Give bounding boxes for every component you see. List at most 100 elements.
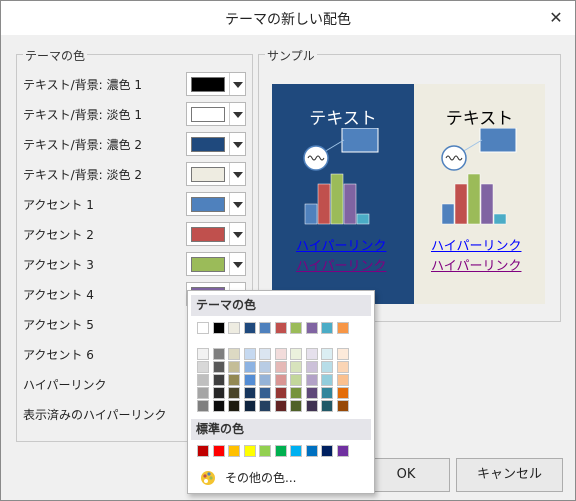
palette-shade-cell[interactable] xyxy=(243,348,256,360)
palette-color-cell[interactable] xyxy=(212,322,225,334)
palette-shade-cell[interactable] xyxy=(274,400,287,412)
palette-color-cell[interactable] xyxy=(321,322,333,334)
color-picker-button[interactable] xyxy=(186,192,246,216)
palette-shade-cell[interactable] xyxy=(243,387,256,399)
palette-shade-cell[interactable] xyxy=(274,387,287,399)
palette-shade-cell[interactable] xyxy=(305,361,318,373)
color-picker-button[interactable] xyxy=(186,252,246,276)
sample-dark-hyperlink[interactable]: ハイパーリンク xyxy=(296,235,386,254)
palette-color-cell[interactable] xyxy=(197,322,209,334)
palette-shade-cell[interactable] xyxy=(321,387,333,399)
cancel-button[interactable]: キャンセル xyxy=(456,458,563,492)
palette-standard-cell[interactable] xyxy=(197,445,209,457)
palette-color-cell[interactable] xyxy=(228,322,240,334)
sample-dark-visited-hyperlink[interactable]: ハイパーリンク xyxy=(296,255,386,274)
palette-shade-cell[interactable] xyxy=(212,361,225,373)
theme-color-label: 表示済みのハイパーリンク xyxy=(23,408,167,422)
palette-shade-cell[interactable] xyxy=(259,387,271,399)
palette-color-cell[interactable] xyxy=(305,322,318,334)
palette-shade-cell[interactable] xyxy=(321,374,333,386)
palette-shade-cell[interactable] xyxy=(228,387,240,399)
color-picker-button[interactable] xyxy=(186,162,246,186)
palette-shade-cell[interactable] xyxy=(305,400,318,412)
palette-shade-cell[interactable] xyxy=(197,361,209,373)
color-swatch xyxy=(191,137,225,152)
palette-theme-header: テーマの色 xyxy=(191,295,371,316)
color-picker-button[interactable] xyxy=(186,222,246,246)
palette-color-cell[interactable] xyxy=(274,322,287,334)
palette-color-cell[interactable] xyxy=(243,322,256,334)
palette-shade-cell[interactable] xyxy=(197,348,209,360)
color-palette-popup: テーマの色 標準の色 その他の色... xyxy=(187,290,375,494)
theme-color-label: アクセント 6 xyxy=(23,348,94,362)
palette-standard-cell[interactable] xyxy=(336,445,349,457)
palette-shade-cell[interactable] xyxy=(321,348,333,360)
color-swatch xyxy=(191,107,225,122)
ok-button[interactable]: OK xyxy=(362,458,450,492)
palette-shade-cell[interactable] xyxy=(243,400,256,412)
chevron-down-icon xyxy=(229,103,246,125)
palette-shade-cell[interactable] xyxy=(305,374,318,386)
sample-bar xyxy=(343,183,357,225)
title-bar: テーマの新しい配色 ✕ xyxy=(1,1,575,35)
palette-shade-cell[interactable] xyxy=(336,361,349,373)
palette-shade-cell[interactable] xyxy=(336,387,349,399)
palette-shade-cell[interactable] xyxy=(290,387,302,399)
palette-shade-cell[interactable] xyxy=(290,348,302,360)
palette-shade-cell[interactable] xyxy=(212,348,225,360)
palette-shade-cell[interactable] xyxy=(321,400,333,412)
palette-standard-cell[interactable] xyxy=(212,445,225,457)
palette-standard-cell[interactable] xyxy=(259,445,271,457)
palette-standard-cell[interactable] xyxy=(305,445,318,457)
palette-shade-cell[interactable] xyxy=(290,361,302,373)
sample-light-visited-hyperlink[interactable]: ハイパーリンク xyxy=(431,255,521,274)
palette-shade-cell[interactable] xyxy=(321,361,333,373)
palette-shade-cell[interactable] xyxy=(228,400,240,412)
palette-standard-cell[interactable] xyxy=(228,445,240,457)
palette-shade-cell[interactable] xyxy=(290,374,302,386)
palette-shade-cell[interactable] xyxy=(259,361,271,373)
color-swatch xyxy=(191,77,225,92)
palette-shade-cell[interactable] xyxy=(259,400,271,412)
palette-shade-cell[interactable] xyxy=(228,374,240,386)
palette-shade-cell[interactable] xyxy=(259,348,271,360)
theme-color-label: ハイパーリンク xyxy=(23,378,107,392)
palette-shade-cell[interactable] xyxy=(336,348,349,360)
palette-shade-cell[interactable] xyxy=(336,374,349,386)
palette-standard-cell[interactable] xyxy=(274,445,287,457)
color-picker-button[interactable] xyxy=(186,132,246,156)
palette-shade-cell[interactable] xyxy=(197,400,209,412)
palette-shade-cell[interactable] xyxy=(197,387,209,399)
palette-shade-cell[interactable] xyxy=(243,374,256,386)
color-swatch xyxy=(191,197,225,212)
color-picker-button[interactable] xyxy=(186,72,246,96)
palette-color-cell[interactable] xyxy=(259,322,271,334)
palette-color-cell[interactable] xyxy=(290,322,302,334)
color-picker-button[interactable] xyxy=(186,102,246,126)
sample-legend: サンプル xyxy=(265,47,317,64)
palette-shade-cell[interactable] xyxy=(197,374,209,386)
palette-shade-cell[interactable] xyxy=(305,387,318,399)
palette-shade-cell[interactable] xyxy=(336,400,349,412)
palette-shade-cell[interactable] xyxy=(259,374,271,386)
palette-shade-cell[interactable] xyxy=(290,400,302,412)
palette-shade-cell[interactable] xyxy=(228,361,240,373)
palette-shade-cell[interactable] xyxy=(274,374,287,386)
palette-shade-cell[interactable] xyxy=(228,348,240,360)
palette-shade-cell[interactable] xyxy=(212,400,225,412)
more-colors-item[interactable]: その他の色... xyxy=(192,465,370,489)
sample-light-hyperlink[interactable]: ハイパーリンク xyxy=(431,235,521,254)
palette-shade-cell[interactable] xyxy=(212,374,225,386)
palette-shade-cell[interactable] xyxy=(274,348,287,360)
palette-standard-cell[interactable] xyxy=(243,445,256,457)
palette-shade-cell[interactable] xyxy=(212,387,225,399)
palette-shade-cell[interactable] xyxy=(243,361,256,373)
palette-standard-cell[interactable] xyxy=(290,445,302,457)
close-icon[interactable]: ✕ xyxy=(545,7,567,29)
palette-shade-cell[interactable] xyxy=(305,348,318,360)
palette-standard-cell[interactable] xyxy=(321,445,333,457)
sample-rectangle-shape xyxy=(479,128,517,153)
sample-light-panel: テキスト ハイパーリンク ハイパーリンク xyxy=(414,84,545,304)
palette-color-cell[interactable] xyxy=(336,322,349,334)
palette-shade-cell[interactable] xyxy=(274,361,287,373)
